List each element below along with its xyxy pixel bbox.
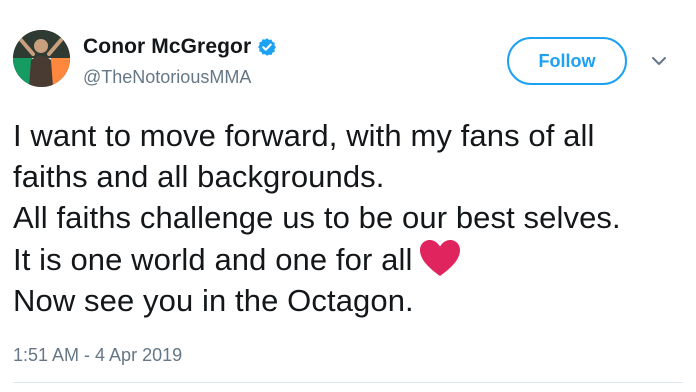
heart-icon xyxy=(418,238,462,278)
user-handle[interactable]: @TheNotoriousMMA xyxy=(83,67,251,88)
author-name-row: Conor McGregor xyxy=(83,35,277,59)
tweet-timestamp[interactable]: 1:51 AM - 4 Apr 2019 xyxy=(13,345,182,366)
follow-button[interactable]: Follow xyxy=(507,37,627,85)
tweet-line-3: All faiths challenge us to be our best s… xyxy=(13,200,621,235)
tweet-line-5: Now see you in the Octagon. xyxy=(13,283,414,318)
tweet-line-2: faiths and all backgrounds. xyxy=(13,159,385,194)
display-name[interactable]: Conor McGregor xyxy=(83,35,251,59)
tweet-line-4: It is one world and one for all xyxy=(13,242,413,277)
avatar[interactable] xyxy=(13,30,70,87)
tweet-text: I want to move forward, with my fans of … xyxy=(13,115,683,321)
tweet-line-4-row: It is one world and one for all xyxy=(13,238,683,280)
tweet-line-1: I want to move forward, with my fans of … xyxy=(13,118,595,153)
divider xyxy=(13,382,683,383)
tweet-card: Conor McGregor @TheNotoriousMMA Follow I… xyxy=(0,0,696,392)
avatar-image xyxy=(13,30,70,87)
verified-badge-icon xyxy=(257,37,277,57)
chevron-down-icon[interactable] xyxy=(650,54,668,68)
